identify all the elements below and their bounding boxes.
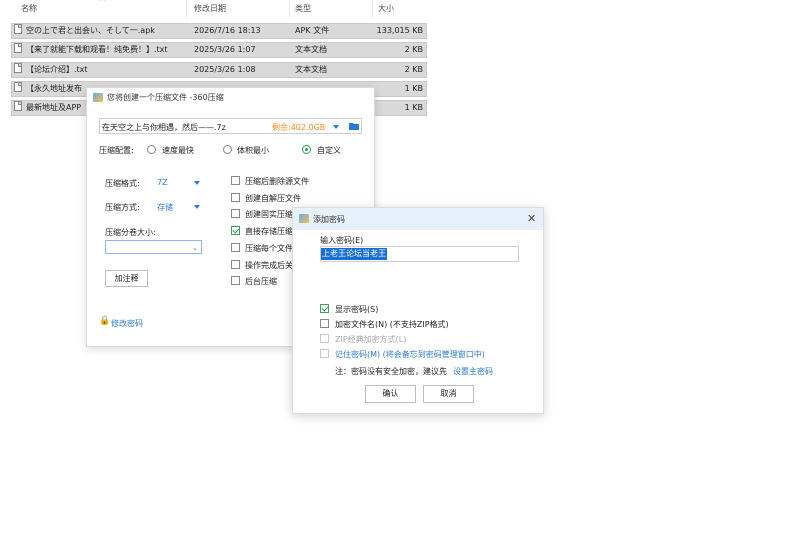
output-path-field[interactable]: 在天空之上与你相遇，然后——.7z 剩余:402.0GB bbox=[99, 118, 362, 134]
change-password-link[interactable]: 修改密码 bbox=[111, 318, 143, 329]
format-dropdown-icon[interactable] bbox=[194, 181, 200, 185]
password-selected-text: 上老王论坛当老王 bbox=[321, 248, 387, 260]
checkbox-after-done[interactable] bbox=[231, 260, 240, 269]
password-input[interactable]: 上老王论坛当老王 bbox=[320, 246, 519, 262]
column-header-name[interactable]: 名称 bbox=[21, 0, 37, 18]
password-input-label: 输入密码(E) bbox=[320, 236, 364, 245]
file-icon bbox=[14, 63, 22, 73]
radio-smallest[interactable] bbox=[223, 145, 232, 154]
file-icon bbox=[14, 82, 22, 92]
app-360-zip-icon bbox=[299, 214, 309, 223]
file-size: 1 KB bbox=[404, 84, 423, 93]
folder-icon[interactable] bbox=[349, 122, 359, 130]
radio-smallest-label[interactable]: 体积最小 bbox=[237, 145, 269, 156]
method-select[interactable]: 存储 bbox=[157, 202, 173, 213]
method-label: 压缩方式: bbox=[105, 203, 140, 212]
file-icon bbox=[14, 101, 22, 111]
file-name: 【来了就能下载和观看！纯免费！】.txt bbox=[26, 45, 168, 54]
dialog-title: 您将创建一个压缩文件 -360压缩 bbox=[107, 93, 224, 102]
radio-custom[interactable] bbox=[302, 145, 311, 154]
checkbox-delete-source[interactable] bbox=[231, 176, 240, 185]
radio-fastest[interactable] bbox=[147, 145, 156, 154]
set-master-password-link[interactable]: 设置主密码 bbox=[453, 366, 493, 377]
output-path-text: 在天空之上与你相遇，然后——.7z bbox=[102, 123, 226, 132]
column-header-type[interactable]: 类型 bbox=[295, 0, 311, 18]
sort-ascending-icon: ^ bbox=[99, 0, 106, 6]
file-type: 文本文档 bbox=[295, 65, 327, 74]
remember-password-label[interactable]: 记住密码(M) (将会备忘到密码管理窗口中) bbox=[335, 349, 485, 360]
add-comment-button[interactable]: 加注释 bbox=[105, 270, 148, 287]
method-dropdown-icon[interactable] bbox=[194, 205, 200, 209]
file-type: 文本文档 bbox=[295, 45, 327, 54]
format-select[interactable]: 7Z bbox=[157, 178, 168, 187]
radio-custom-label[interactable]: 自定义 bbox=[317, 145, 341, 156]
checkbox-self-extract-label[interactable]: 创建自解压文件 bbox=[245, 193, 301, 204]
file-date: 2025/3/26 1:08 bbox=[194, 65, 256, 74]
checkbox-background[interactable] bbox=[231, 276, 240, 285]
column-divider[interactable] bbox=[289, 0, 290, 18]
column-divider[interactable] bbox=[186, 0, 187, 18]
radio-fastest-label[interactable]: 速度最快 bbox=[162, 145, 194, 156]
checkbox-store-directly-label[interactable]: 直接存储压缩 bbox=[245, 226, 293, 237]
file-row[interactable]: 【论坛介绍】.txt 2025/3/26 1:08 文本文档 2 KB bbox=[11, 62, 427, 78]
file-size: 1 KB bbox=[404, 103, 423, 112]
column-header-date[interactable]: 修改日期 bbox=[194, 0, 226, 18]
checkbox-encrypt-filenames[interactable] bbox=[320, 319, 329, 328]
split-size-label: 压缩分卷大小: bbox=[105, 228, 156, 237]
checkbox-background-label[interactable]: 后台压缩 bbox=[245, 276, 277, 287]
file-row[interactable]: 【来了就能下载和观看！纯免费！】.txt 2025/3/26 1:07 文本文档… bbox=[11, 42, 427, 58]
column-header-size[interactable]: 大小 bbox=[378, 0, 394, 18]
dialog-title: 添加密码 bbox=[313, 215, 345, 224]
file-date: 2025/3/26 1:07 bbox=[194, 45, 256, 54]
file-date: 2026/7/16 18:13 bbox=[194, 26, 261, 35]
file-icon bbox=[14, 43, 22, 53]
file-size: 2 KB bbox=[404, 65, 423, 74]
checkbox-each-file[interactable] bbox=[231, 243, 240, 252]
cancel-button[interactable]: 取消 bbox=[423, 385, 474, 403]
checkbox-store-directly[interactable] bbox=[231, 226, 240, 235]
file-size: 2 KB bbox=[404, 45, 423, 54]
checkbox-zip-classic[interactable] bbox=[320, 334, 329, 343]
checkbox-remember-password[interactable] bbox=[320, 349, 329, 358]
checkbox-each-file-label[interactable]: 压缩每个文件 bbox=[245, 243, 293, 254]
file-name: 【论坛介绍】.txt bbox=[26, 65, 88, 74]
ok-button[interactable]: 确认 bbox=[365, 385, 416, 403]
path-history-dropdown-icon[interactable] bbox=[333, 125, 339, 129]
file-type: APK 文件 bbox=[295, 26, 330, 35]
file-size: 133,015 KB bbox=[376, 26, 423, 35]
file-name: 空の上で君と出会い、そして一.apk bbox=[26, 26, 155, 35]
close-icon[interactable]: ✕ bbox=[527, 213, 536, 224]
checkbox-delete-source-label[interactable]: 压缩后删除源文件 bbox=[245, 176, 309, 187]
add-password-dialog: 添加密码 ✕ 输入密码(E) 上老王论坛当老王 显示密码(S) 加密文件名(N)… bbox=[292, 207, 544, 414]
checkbox-self-extract[interactable] bbox=[231, 193, 240, 202]
checkbox-solid-label[interactable]: 创建固实压缩 bbox=[245, 209, 293, 220]
note-text: 注：密码没有安全加密，建议先 bbox=[335, 367, 447, 376]
config-label: 压缩配置: bbox=[99, 146, 134, 155]
chevron-down-icon[interactable]: ⌄ bbox=[192, 244, 198, 252]
lock-icon: 🔒 bbox=[99, 316, 111, 326]
split-size-select[interactable]: ⌄ bbox=[105, 240, 202, 254]
zip-classic-label[interactable]: ZIP经典加密方式(L) bbox=[335, 334, 406, 345]
show-password-label[interactable]: 显示密码(S) bbox=[335, 304, 378, 315]
format-label: 压缩格式: bbox=[105, 179, 140, 188]
encrypt-filenames-label[interactable]: 加密文件名(N) (不支持ZIP格式) bbox=[335, 319, 449, 330]
app-360-zip-icon bbox=[93, 93, 103, 102]
column-divider[interactable] bbox=[372, 0, 373, 18]
checkbox-after-done-label[interactable]: 操作完成后关 bbox=[245, 260, 293, 271]
file-row[interactable]: 空の上で君と出会い、そして一.apk 2026/7/16 18:13 APK 文… bbox=[11, 23, 427, 39]
checkbox-solid[interactable] bbox=[231, 209, 240, 218]
checkbox-show-password[interactable] bbox=[320, 304, 329, 313]
file-icon bbox=[14, 24, 22, 34]
free-space-label: 剩余:402.0GB bbox=[272, 123, 326, 132]
